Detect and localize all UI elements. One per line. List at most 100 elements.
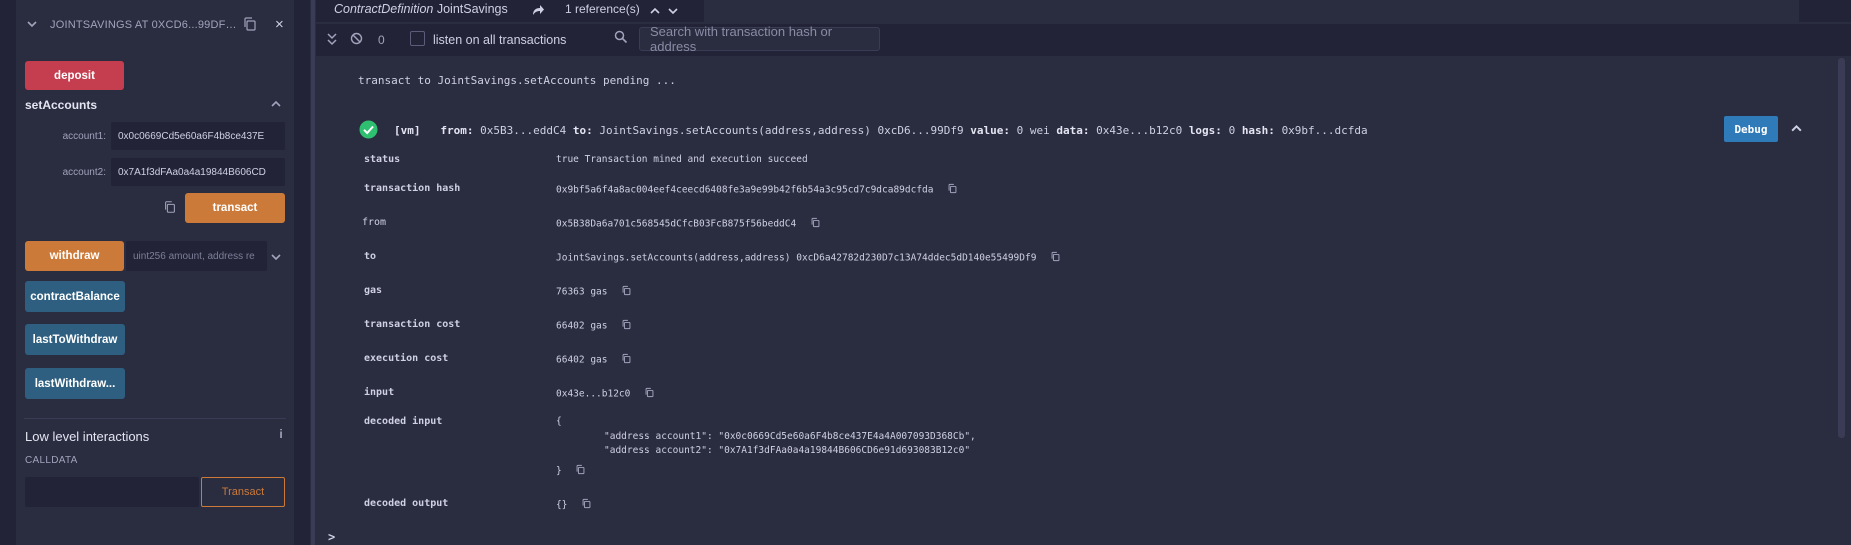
tx-summary[interactable]: [vm] from: 0x5B3...eddC4 to: JointSaving…	[394, 124, 1368, 137]
to-row: JointSavings.setAccounts(address,address…	[556, 251, 1061, 265]
input-value: 0x43e...b12c0	[556, 388, 631, 400]
instance-header[interactable]: JOINTSAVINGS AT 0XCD6...99DF9 (MEMORY) ×	[16, 10, 294, 40]
pending-tx-count: 0	[378, 33, 385, 47]
chevron-down-icon[interactable]	[270, 250, 282, 268]
debug-button[interactable]: Debug	[1724, 116, 1778, 142]
last-withdraw-amount-button[interactable]: lastWithdraw...	[25, 368, 125, 399]
chevron-down-icon[interactable]	[667, 4, 679, 22]
copy-calldata-icon[interactable]	[163, 200, 177, 219]
decoded-input-close: }	[556, 465, 562, 477]
chevron-up-icon[interactable]	[1790, 122, 1803, 139]
goto-definition-icon[interactable]	[531, 3, 545, 22]
from-row-value: 0x5B38Da6a701c568545dCfcB03FcB875f56bedd…	[556, 218, 797, 230]
account2-label: account2:	[62, 167, 106, 178]
gas-key: gas	[364, 285, 383, 296]
terminal-prompt[interactable]: >	[328, 530, 335, 544]
tx-cost-value: 66402 gas	[556, 320, 608, 332]
clear-terminal-icon[interactable]	[350, 32, 363, 48]
tx-cost-row: 66402 gas	[556, 319, 632, 333]
logs-value: 0	[1228, 124, 1236, 137]
copy-icon[interactable]	[810, 217, 821, 231]
editor-bar-gap	[704, 0, 1799, 22]
editor-context-bar: ContractDefinition JointSavings 1 refere…	[316, 0, 1851, 22]
copy-icon[interactable]	[1050, 251, 1061, 265]
decoded-input-close-row: }	[556, 464, 586, 478]
to-key: to:	[572, 124, 593, 137]
data-key: data:	[1056, 124, 1090, 137]
copy-icon[interactable]	[621, 319, 632, 333]
copy-icon[interactable]	[644, 387, 655, 401]
listen-checkbox[interactable]	[410, 31, 425, 46]
account1-input[interactable]: 0x0c0669Cd5e60a6F4b8ce437E	[111, 122, 285, 150]
copy-icon[interactable]	[242, 16, 258, 37]
to-row-value: JointSavings.setAccounts(address,address…	[556, 252, 1037, 264]
success-check-icon	[359, 120, 378, 142]
status-key: status	[364, 154, 401, 165]
low-level-transact-button[interactable]: Transact	[201, 477, 285, 507]
contract-balance-button[interactable]: contractBalance	[25, 281, 125, 312]
terminal-toolbar: 0 listen on all transactions Search with…	[316, 24, 1851, 56]
close-icon[interactable]: ×	[275, 16, 284, 33]
input-row: 0x43e...b12c0	[556, 387, 655, 401]
to-row-key: to	[364, 251, 377, 262]
decoded-input-account2: "address account2": "0x7A1f3dFAa0a4a1984…	[604, 445, 971, 456]
definition-name: JointSavings	[436, 2, 508, 16]
instance-title: JOINTSAVINGS AT 0XCD6...99DF9 (MEMORY)	[50, 19, 240, 31]
transact-button[interactable]: transact	[185, 193, 285, 223]
data-value: 0x43e...b12c0	[1096, 124, 1183, 137]
copy-icon[interactable]	[621, 353, 632, 367]
decoded-output-value: {}	[556, 499, 568, 511]
set-accounts-label: setAccounts	[25, 98, 98, 112]
hash-key: hash:	[1241, 124, 1275, 137]
from-key: from:	[440, 124, 474, 137]
exec-cost-key: execution cost	[364, 353, 449, 364]
gas-row: 76363 gas	[556, 285, 632, 299]
calldata-input[interactable]	[25, 477, 199, 507]
collapse-terminal-icon[interactable]	[326, 32, 338, 49]
pending-message: transact to JointSavings.setAccounts pen…	[358, 74, 676, 87]
deployed-contract-instance: JOINTSAVINGS AT 0XCD6...99DF9 (MEMORY) ×…	[16, 0, 294, 545]
copy-icon[interactable]	[947, 183, 958, 197]
search-icon	[614, 30, 628, 49]
definition-info: ContractDefinition JointSavings	[334, 2, 508, 16]
chevron-down-icon[interactable]	[26, 18, 40, 32]
value-value: 0 wei	[1016, 124, 1050, 137]
account1-label: account1:	[62, 131, 106, 142]
low-level-title: Low level interactions	[25, 429, 150, 444]
decoded-input-open: {	[556, 416, 562, 427]
copy-icon[interactable]	[575, 464, 586, 478]
divider	[24, 418, 286, 419]
decoded-output-row: {}	[556, 498, 592, 512]
tx-hash-row: 0x9bf5a6f4a8ac004eef4ceecd6408fe3a9e99b4…	[556, 183, 958, 197]
main-area: ContractDefinition JointSavings 1 refere…	[316, 0, 1851, 545]
input-key: input	[364, 387, 395, 398]
copy-icon[interactable]	[581, 498, 592, 512]
definition-kind: ContractDefinition	[334, 2, 434, 16]
search-input[interactable]: Search with transaction hash or address	[639, 24, 880, 54]
run-panel: JOINTSAVINGS AT 0XCD6...99DF9 (MEMORY) ×…	[0, 0, 310, 545]
to-value: JointSavings.setAccounts(address,address…	[599, 124, 964, 137]
value-key: value:	[970, 124, 1010, 137]
calldata-label: CALLDATA	[25, 455, 78, 466]
from-value: 0x5B3...eddC4	[480, 124, 567, 137]
info-icon[interactable]: i	[274, 427, 288, 441]
from-row: 0x5B38Da6a701c568545dCfcB03FcB875f56bedd…	[556, 217, 821, 231]
last-to-withdraw-button[interactable]: lastToWithdraw	[25, 324, 125, 355]
withdraw-button[interactable]: withdraw	[25, 241, 124, 271]
exec-cost-row: 66402 gas	[556, 353, 632, 367]
exec-cost-value: 66402 gas	[556, 354, 608, 366]
deposit-button[interactable]: deposit	[25, 61, 124, 90]
logs-key: logs:	[1188, 124, 1222, 137]
listen-label: listen on all transactions	[433, 33, 567, 47]
chevron-up-icon[interactable]	[270, 97, 282, 115]
chevron-up-icon[interactable]	[649, 4, 661, 22]
decoded-input-key: decoded input	[364, 416, 443, 427]
status-value: true Transaction mined and execution suc…	[556, 154, 808, 165]
account2-input[interactable]: 0x7A1f3dFAa0a4a19844B606CD	[111, 158, 285, 186]
terminal-scrollbar[interactable]	[1836, 58, 1847, 545]
tx-cost-key: transaction cost	[364, 319, 461, 330]
terminal-scrollbar-thumb[interactable]	[1838, 58, 1845, 438]
panel-scrollbar-thumb[interactable]	[311, 0, 315, 545]
copy-icon[interactable]	[621, 285, 632, 299]
withdraw-params-input[interactable]: uint256 amount, address re	[126, 241, 267, 271]
